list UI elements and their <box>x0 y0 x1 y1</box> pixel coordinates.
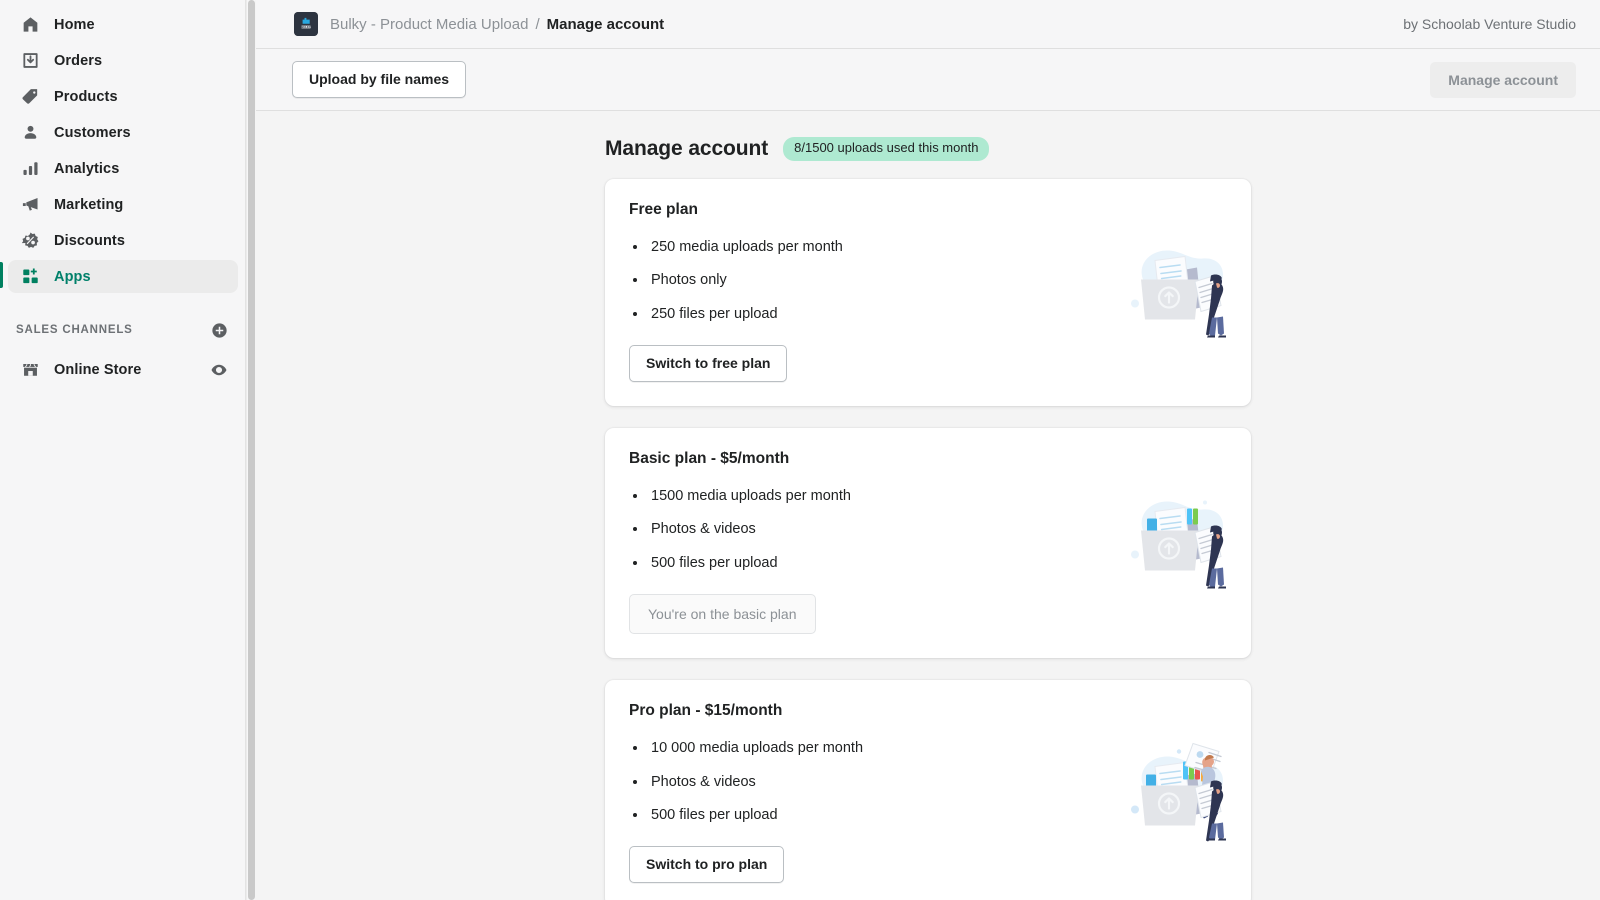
usage-badge: 8/1500 uploads used this month <box>783 137 990 161</box>
plus-circle-icon[interactable] <box>211 322 228 339</box>
analytics-bars-icon <box>20 159 40 179</box>
plan-cta-wrap: Switch to pro plan <box>629 846 1227 884</box>
page-title: Manage account <box>605 137 769 160</box>
page-header: Manage account 8/1500 uploads used this … <box>605 137 1251 161</box>
sales-channels-header: SALES CHANNELS <box>0 315 246 345</box>
plan-card-free: Free plan 250 media uploads per month Ph… <box>605 179 1251 406</box>
sidebar-item-products[interactable]: Products <box>8 80 238 113</box>
sidebar-item-apps[interactable]: Apps <box>8 260 238 293</box>
plan-cta-wrap: Switch to free plan <box>629 345 1227 382</box>
sidebar-item-label: Customers <box>54 124 131 141</box>
plan-card-basic: Basic plan - $5/month 1500 media uploads… <box>605 427 1251 659</box>
sidebar-item-analytics[interactable]: Analytics <box>8 152 238 185</box>
upload-folder-person-color-illustration <box>1117 491 1227 596</box>
sales-channels-title: SALES CHANNELS <box>16 324 133 336</box>
breadcrumb: Bulky - Product Media Upload / Manage ac… <box>330 16 664 33</box>
storefront-icon <box>20 360 40 380</box>
breadcrumb-current-page: Manage account <box>546 15 665 33</box>
sidebar-item-home[interactable]: Home <box>8 8 238 41</box>
sidebar-item-label: Analytics <box>54 160 120 177</box>
sidebar-item-label: Discounts <box>54 232 125 249</box>
upload-folder-two-people-illustration <box>1117 741 1227 846</box>
sidebar-item-label: Marketing <box>54 196 124 213</box>
sidebar-item-online-store[interactable]: Online Store <box>8 353 238 386</box>
plan-cta-wrap: You're on the basic plan <box>629 594 1227 635</box>
switch-to-pro-plan-button[interactable]: Switch to pro plan <box>629 846 785 884</box>
sidebar-item-discounts[interactable]: Discounts <box>8 224 238 257</box>
sidebar-scrollbar[interactable] <box>246 0 255 900</box>
switch-to-free-plan-button[interactable]: Switch to free plan <box>629 345 788 382</box>
sidebar-item-label: Home <box>54 16 95 33</box>
products-tag-icon <box>20 87 40 107</box>
primary-nav: Home Orders Products Customers Analytics… <box>0 8 246 293</box>
manage-account-button[interactable]: Manage account <box>1430 61 1576 98</box>
svg-text:BULKY: BULKY <box>302 25 311 29</box>
orders-icon <box>20 51 40 71</box>
main-area: BULKY Bulky - Product Media Upload / Man… <box>256 0 1600 900</box>
plan-card-pro: Pro plan - $15/month 10 000 media upload… <box>605 680 1251 900</box>
app-root: Home Orders Products Customers Analytics… <box>0 0 1600 900</box>
marketing-megaphone-icon <box>20 195 40 215</box>
upload-folder-person-illustration <box>1117 240 1227 345</box>
page-content: Manage account 8/1500 uploads used this … <box>256 111 1600 900</box>
plan-title: Pro plan - $15/month <box>629 702 783 720</box>
apps-grid-plus-icon <box>20 267 40 287</box>
sidebar-scrollbar-thumb[interactable] <box>248 0 255 900</box>
current-plan-button: You're on the basic plan <box>629 594 816 635</box>
sidebar-item-label: Apps <box>54 268 91 285</box>
upload-by-file-names-button[interactable]: Upload by file names <box>292 61 467 98</box>
sidebar: Home Orders Products Customers Analytics… <box>0 0 246 900</box>
sidebar-item-customers[interactable]: Customers <box>8 116 238 149</box>
plan-title: Basic plan - $5/month <box>629 449 790 467</box>
app-byline: by Schoolab Venture Studio <box>1403 16 1576 32</box>
app-action-bar: Upload by file names Manage account <box>256 49 1600 111</box>
sidebar-item-label: Products <box>54 88 118 105</box>
sidebar-item-label: Online Store <box>54 361 142 378</box>
content-column: Manage account 8/1500 uploads used this … <box>605 137 1251 900</box>
breadcrumb-app-name[interactable]: Bulky - Product Media Upload <box>330 16 528 33</box>
discounts-percent-icon <box>20 231 40 251</box>
breadcrumb-separator: / <box>535 15 540 33</box>
customers-person-icon <box>20 123 40 143</box>
eye-icon[interactable] <box>210 361 228 379</box>
sidebar-item-label: Orders <box>54 52 103 69</box>
sidebar-item-orders[interactable]: Orders <box>8 44 238 77</box>
plan-title: Free plan <box>629 201 698 218</box>
home-icon <box>20 15 40 35</box>
sidebar-item-marketing[interactable]: Marketing <box>8 188 238 221</box>
active-indicator-bar <box>0 262 3 288</box>
sales-channels-list: Online Store <box>0 345 246 386</box>
app-logo-icon: BULKY <box>294 12 318 36</box>
app-topbar: BULKY Bulky - Product Media Upload / Man… <box>256 0 1600 49</box>
